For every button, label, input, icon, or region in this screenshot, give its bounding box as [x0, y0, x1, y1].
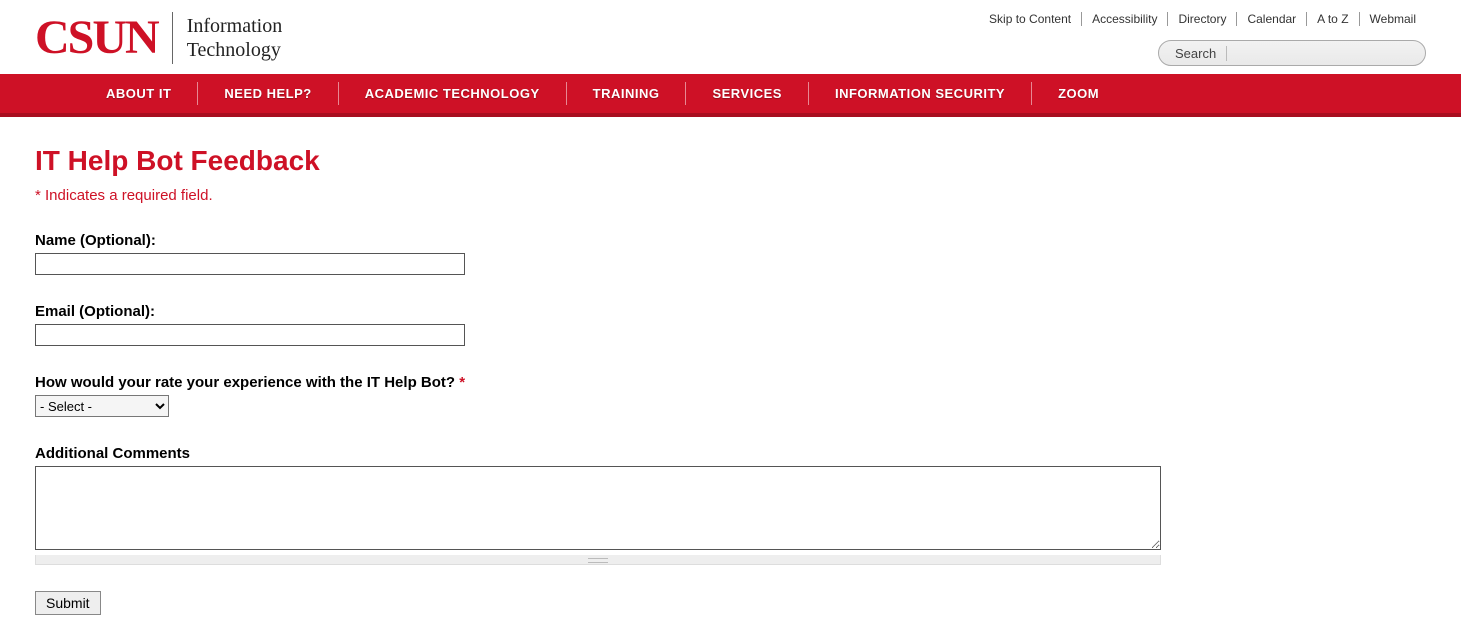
main-nav: ABOUT IT NEED HELP? ACADEMIC TECHNOLOGY … — [0, 74, 1461, 117]
csun-logo[interactable]: CSUN — [35, 10, 158, 65]
email-label: Email (Optional): — [35, 303, 1165, 320]
comments-textarea[interactable] — [35, 466, 1161, 550]
search-box[interactable]: Search — [1158, 40, 1426, 66]
textarea-resize-handle[interactable] — [35, 555, 1161, 565]
nav-zoom[interactable]: ZOOM — [1032, 74, 1125, 113]
submit-button[interactable]: Submit — [35, 591, 101, 615]
calendar-link[interactable]: Calendar — [1237, 12, 1306, 26]
search-input[interactable] — [1227, 45, 1425, 62]
rate-label-text: How would your rate your experience with… — [35, 374, 459, 391]
dept-line1: Information — [187, 14, 283, 38]
name-label: Name (Optional): — [35, 232, 1165, 249]
required-star: * — [459, 374, 465, 391]
nav-training[interactable]: TRAINING — [567, 74, 686, 113]
rate-select[interactable]: - Select - — [35, 395, 169, 417]
nav-information-security[interactable]: INFORMATION SECURITY — [809, 74, 1031, 113]
nav-need-help[interactable]: NEED HELP? — [198, 74, 337, 113]
department-name[interactable]: Information Technology — [187, 14, 283, 62]
page-title: IT Help Bot Feedback — [35, 145, 1165, 177]
directory-link[interactable]: Directory — [1168, 12, 1236, 26]
search-label: Search — [1175, 46, 1227, 61]
dept-line2: Technology — [187, 38, 283, 62]
email-input[interactable] — [35, 324, 465, 346]
nav-academic-technology[interactable]: ACADEMIC TECHNOLOGY — [339, 74, 566, 113]
comments-label: Additional Comments — [35, 445, 1165, 462]
accessibility-link[interactable]: Accessibility — [1082, 12, 1167, 26]
webmail-link[interactable]: Webmail — [1360, 12, 1426, 26]
required-field-note: * Indicates a required field. — [35, 187, 1165, 204]
nav-about-it[interactable]: ABOUT IT — [80, 74, 197, 113]
site-logo-block: CSUN Information Technology — [35, 10, 282, 65]
name-input[interactable] — [35, 253, 465, 275]
nav-services[interactable]: SERVICES — [686, 74, 808, 113]
rate-label: How would your rate your experience with… — [35, 374, 1165, 391]
utility-links: Skip to Content Accessibility Directory … — [979, 12, 1426, 26]
atoz-link[interactable]: A to Z — [1307, 12, 1358, 26]
logo-divider — [172, 12, 173, 64]
skip-to-content-link[interactable]: Skip to Content — [979, 12, 1081, 26]
